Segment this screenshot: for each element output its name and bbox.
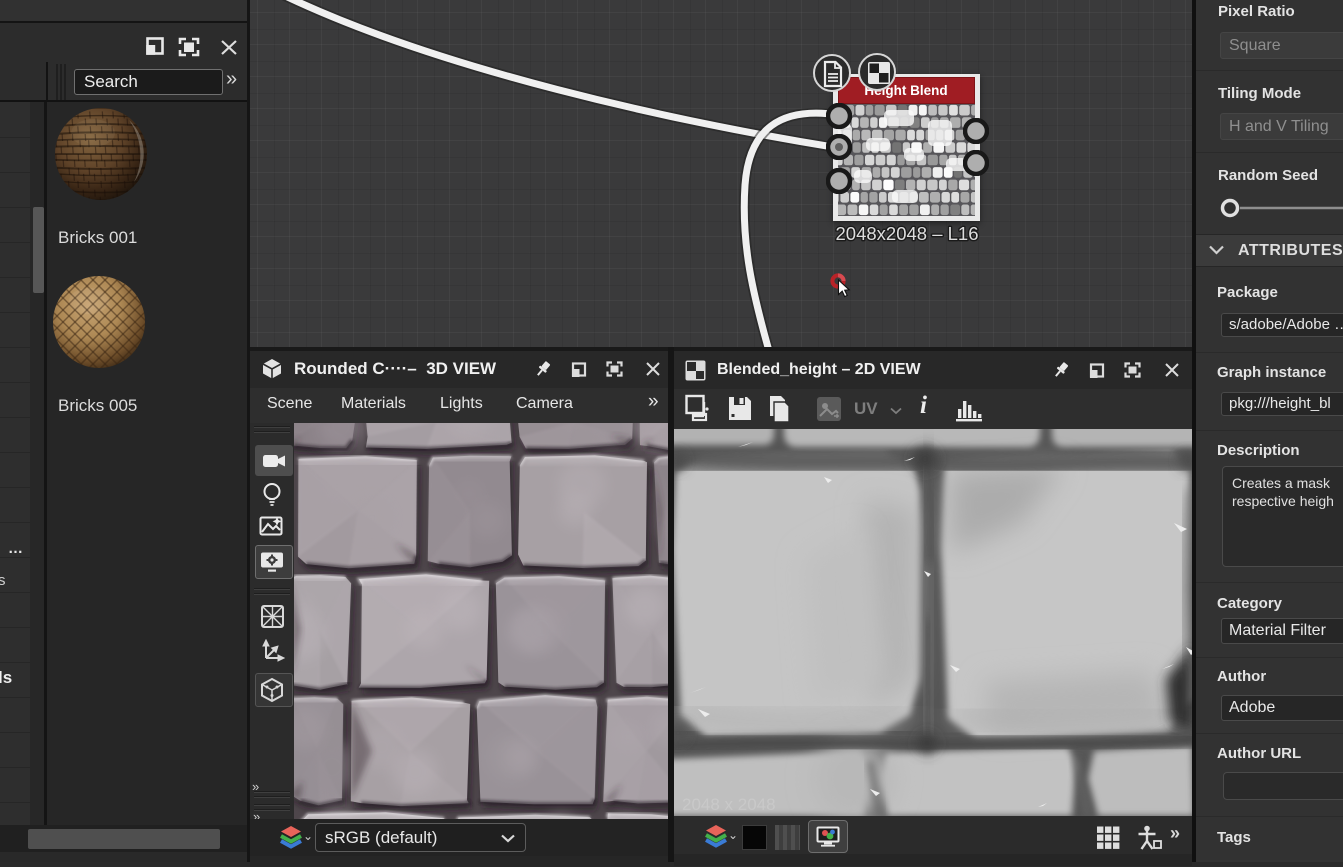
- svg-text:2048 x 2048: 2048 x 2048: [682, 795, 776, 814]
- svg-text:2048x2048 – L16: 2048x2048 – L16: [836, 223, 979, 244]
